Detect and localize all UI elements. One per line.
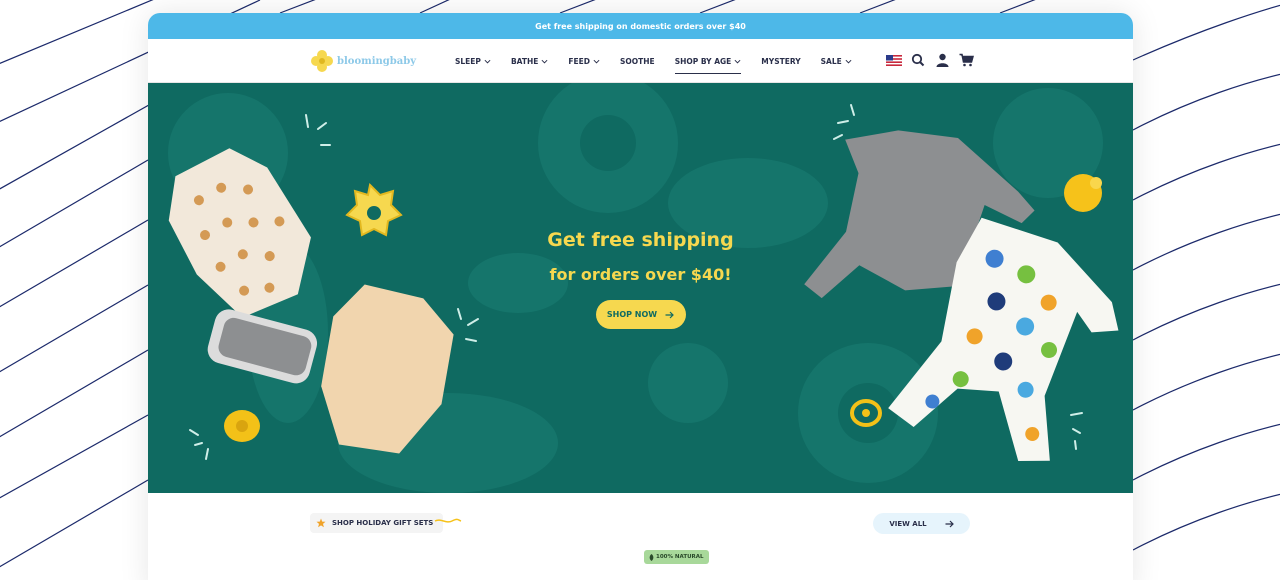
pacifier-left-image bbox=[224, 410, 260, 442]
product-thumbnails-peek bbox=[148, 568, 1133, 580]
flower-logo-icon bbox=[311, 50, 333, 72]
nav-item-bathe[interactable]: BATHE bbox=[511, 39, 548, 83]
arrow-right-icon bbox=[665, 311, 674, 318]
chevron-down-icon bbox=[734, 59, 741, 63]
view-all-button[interactable]: VIEW ALL bbox=[873, 513, 970, 534]
hero-headline: Get free shipping bbox=[547, 229, 734, 251]
nav-label: SHOP BY AGE bbox=[674, 56, 732, 66]
chevron-down-icon bbox=[593, 59, 600, 63]
nav-item-shop-by-age[interactable]: SHOP BY AGE bbox=[674, 39, 742, 83]
promo-text: Get free shipping on domestic orders ove… bbox=[535, 21, 746, 31]
logo-text: bloomingbaby bbox=[337, 55, 417, 67]
nav-label: FEED bbox=[568, 56, 591, 66]
nav-label: BATHE bbox=[510, 56, 539, 66]
star-icon bbox=[316, 518, 326, 528]
leaf-icon bbox=[649, 553, 654, 561]
rubber-duck-image bbox=[1064, 174, 1102, 212]
browser-window: Get free shipping on domestic orders ove… bbox=[148, 13, 1133, 580]
gingerbread-sleepsack-image bbox=[168, 148, 311, 318]
view-all-label: VIEW ALL bbox=[889, 519, 927, 528]
nav-label: SOOTHE bbox=[620, 56, 655, 66]
hero-text-block: Get free shipping for orders over $40! S… bbox=[508, 229, 773, 329]
shop-now-label: SHOP NOW bbox=[606, 310, 658, 319]
nav-icons bbox=[886, 52, 974, 68]
chevron-down-icon bbox=[845, 59, 852, 63]
nav-item-sleep[interactable]: SLEEP bbox=[455, 39, 491, 83]
cart-icon[interactable] bbox=[958, 52, 974, 68]
logo[interactable]: bloomingbaby bbox=[310, 49, 416, 73]
nav-item-mystery[interactable]: MYSTERY bbox=[761, 39, 800, 83]
nav-label: SLEEP bbox=[455, 56, 481, 66]
gift-sets-label: SHOP HOLIDAY GIFT SETS bbox=[332, 519, 434, 527]
peach-sleepsack-image bbox=[321, 284, 454, 454]
hero-banner: Get free shipping for orders over $40! S… bbox=[148, 83, 1133, 493]
main-nav: bloomingbaby SLEEP BATHE FEED SOOTHE SHO… bbox=[148, 39, 1133, 83]
nav-item-feed[interactable]: FEED bbox=[568, 39, 600, 83]
gift-sets-section: SHOP HOLIDAY GIFT SETS VIEW ALL 100% NAT… bbox=[148, 493, 1133, 580]
natural-badge: 100% NATURAL bbox=[644, 550, 709, 564]
pacifier-right-image bbox=[850, 399, 882, 427]
promo-bar: Get free shipping on domestic orders ove… bbox=[148, 13, 1133, 39]
arrow-right-icon bbox=[945, 520, 954, 527]
star-teether-image bbox=[345, 182, 403, 237]
search-icon[interactable] bbox=[910, 52, 926, 68]
nav-label: MYSTERY bbox=[761, 56, 801, 66]
nav-menu: SLEEP BATHE FEED SOOTHE SHOP BY AGE MYST… bbox=[455, 39, 872, 83]
hero-subheadline: for orders over $40! bbox=[549, 265, 732, 284]
shop-now-button[interactable]: SHOP NOW bbox=[595, 300, 686, 329]
natural-badge-label: 100% NATURAL bbox=[656, 554, 704, 560]
nav-item-soothe[interactable]: SOOTHE bbox=[620, 39, 655, 83]
chevron-down-icon bbox=[541, 59, 548, 63]
chevron-down-icon bbox=[484, 59, 491, 63]
gift-sets-tab[interactable]: SHOP HOLIDAY GIFT SETS bbox=[310, 513, 444, 533]
nav-label: SALE bbox=[820, 56, 842, 66]
account-icon[interactable] bbox=[934, 52, 950, 68]
us-flag-icon[interactable] bbox=[886, 52, 902, 68]
squiggle-arrow-icon bbox=[434, 518, 462, 523]
nav-item-sale[interactable]: SALE bbox=[821, 39, 852, 83]
folded-blanket-image bbox=[207, 309, 318, 384]
